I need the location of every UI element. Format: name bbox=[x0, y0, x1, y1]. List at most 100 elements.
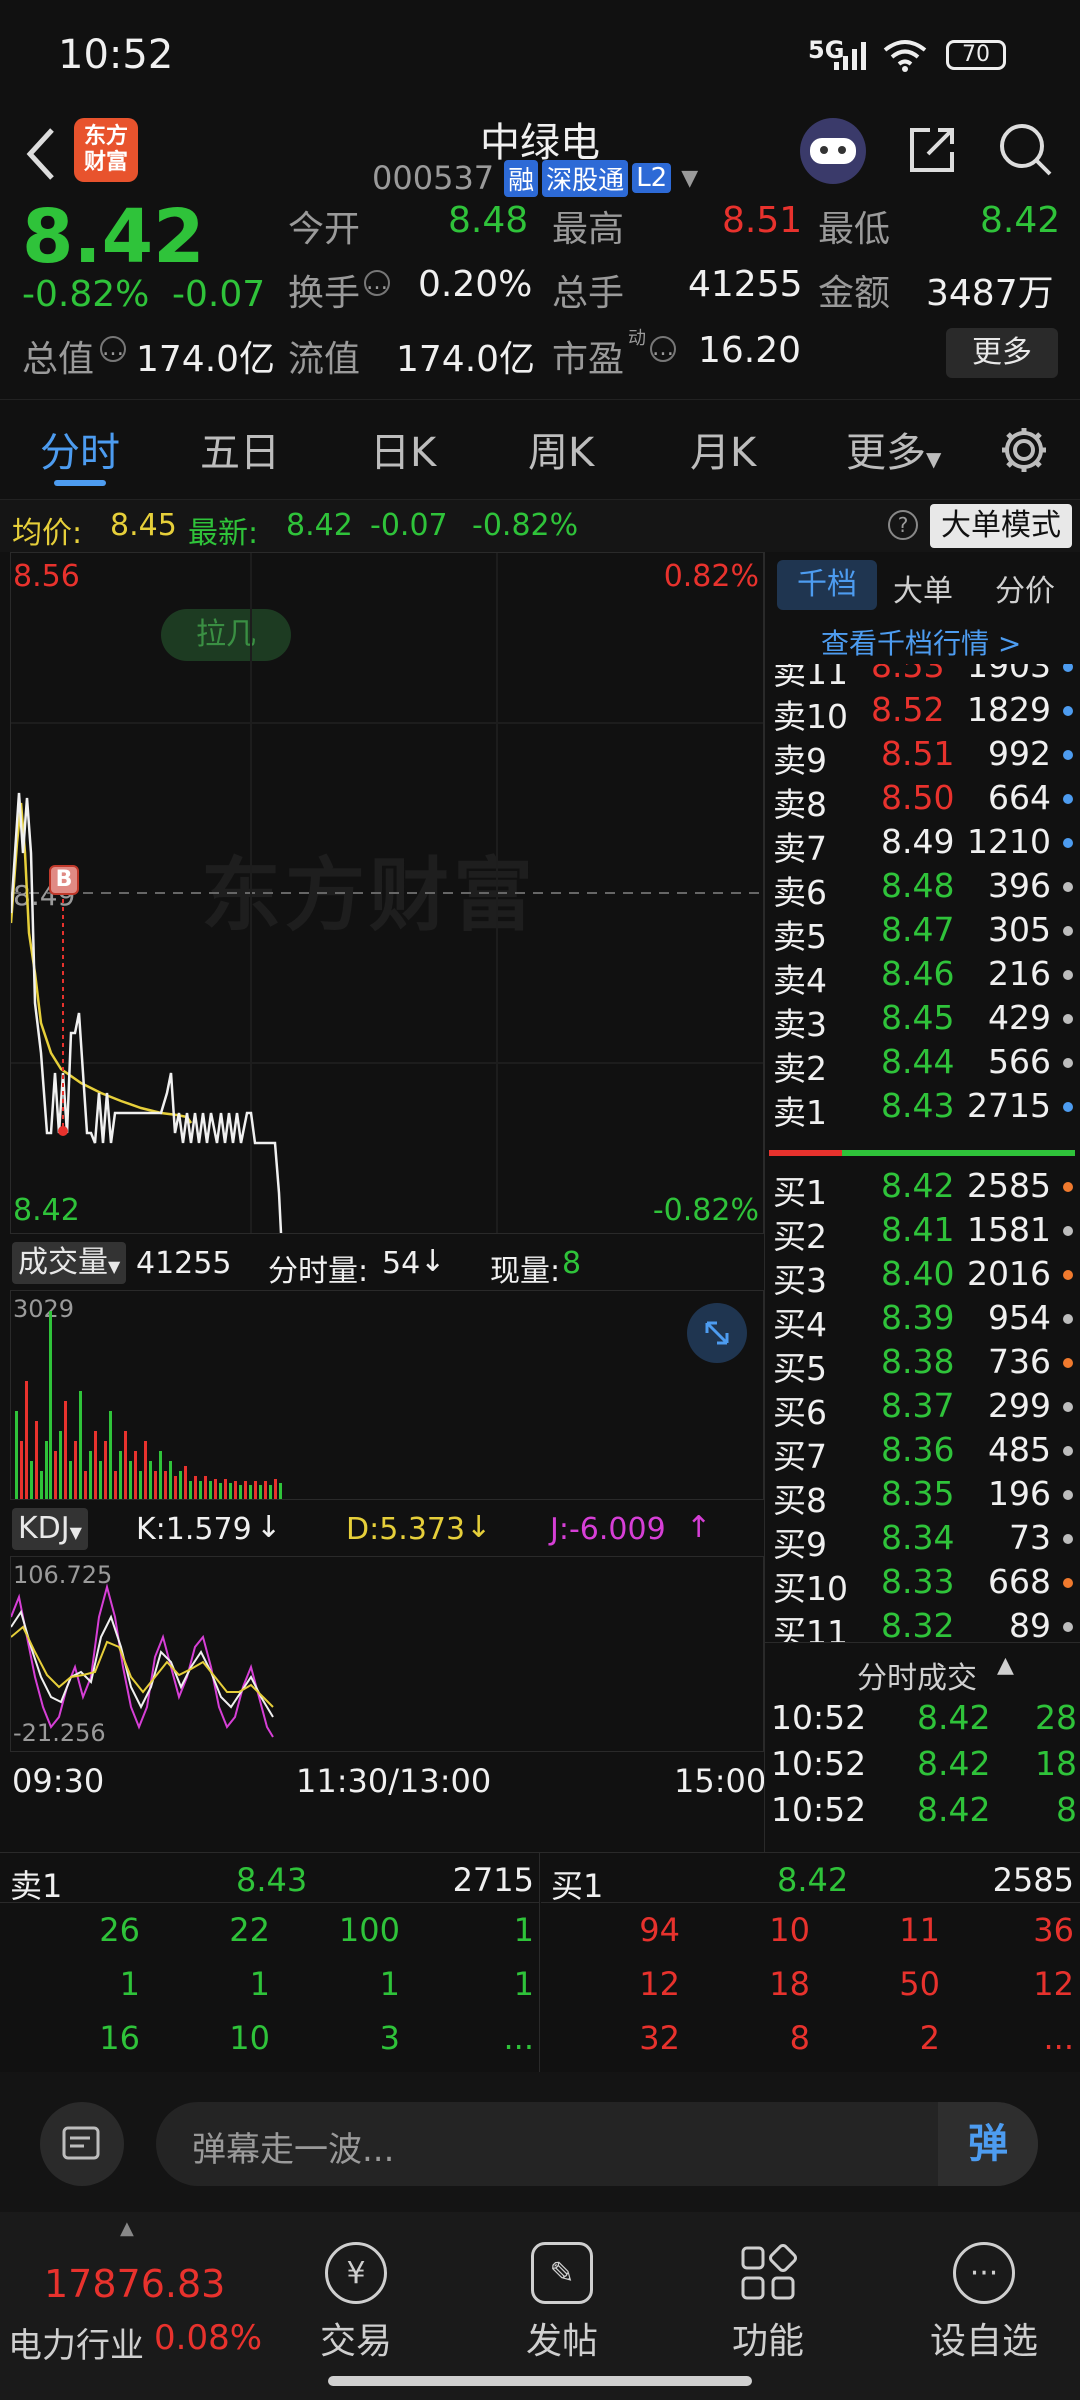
buy-queue-label: 买1 bbox=[551, 1867, 604, 1905]
info-icon[interactable]: … bbox=[364, 270, 390, 296]
queue-cell: 100 bbox=[338, 1911, 400, 1949]
bid-volume: 299 bbox=[988, 1386, 1051, 1425]
more-button[interactable]: 更多 bbox=[946, 328, 1058, 378]
bid-price: 8.41 bbox=[881, 1210, 955, 1249]
volume-label: 成交量 bbox=[18, 1245, 108, 1280]
queue-cell: 22 bbox=[229, 1911, 270, 1949]
volume-bar-group bbox=[15, 1311, 282, 1499]
ask-price: 8.46 bbox=[881, 954, 955, 993]
volume-header: 成交量▼ 41255 分时量: 54 ↓ 现量: 8 bbox=[10, 1236, 764, 1289]
bid-row: 买11 8.32 89 bbox=[765, 1606, 1080, 1642]
tab-daily-k[interactable]: 日K bbox=[370, 420, 436, 478]
change-percent: -0.82% bbox=[22, 274, 150, 315]
more-dots-icon: ··· bbox=[953, 2242, 1015, 2304]
nav-functions[interactable]: 功能 bbox=[708, 2242, 828, 2364]
ask-volume: 216 bbox=[988, 954, 1051, 993]
indicator-selector[interactable]: KDJ▼ bbox=[12, 1508, 88, 1550]
ask-volume: 1829 bbox=[967, 690, 1051, 729]
expand-icon[interactable] bbox=[687, 1303, 747, 1363]
order-dot bbox=[1063, 1058, 1073, 1068]
price-panel[interactable]: 8.56 0.82% 8.42 -0.82% 8.49 拉几 东方财富 B bbox=[10, 552, 764, 1234]
bid-row: 买6 8.37 299 bbox=[765, 1386, 1080, 1432]
ask-row: 卖7 8.49 1210 bbox=[765, 822, 1080, 868]
bid-price: 8.37 bbox=[881, 1386, 955, 1425]
queue-cell: 1 bbox=[379, 1965, 400, 2003]
danmu-input[interactable]: 弹幕走一波... 弹 bbox=[156, 2102, 1038, 2186]
ask-list[interactable]: 卖11 8.53 1903 卖10 8.52 1829 卖9 8.51 992 卖8 8.50… bbox=[765, 664, 1080, 1148]
robot-assistant-icon[interactable] bbox=[800, 118, 866, 184]
caret-down-icon: ▼ bbox=[108, 1257, 121, 1276]
queue-cell: 11 bbox=[899, 1911, 940, 1949]
share-icon[interactable] bbox=[904, 122, 960, 178]
caret-up-icon: ▲ bbox=[997, 1653, 1014, 1678]
book-tab-price-split[interactable]: 分价 bbox=[995, 566, 1055, 610]
caret-down-icon: ▼ bbox=[69, 1523, 82, 1542]
danmu-send-button[interactable]: 弹 bbox=[938, 2102, 1038, 2186]
info-icon[interactable]: … bbox=[100, 336, 126, 362]
bid-price: 8.38 bbox=[881, 1342, 955, 1381]
j-line bbox=[11, 1583, 274, 1738]
queue-cell: 32 bbox=[639, 2019, 680, 2057]
nav-add-watchlist[interactable]: ··· 设自选 bbox=[914, 2242, 1054, 2364]
order-dot bbox=[1063, 1578, 1073, 1588]
ask-volume: 1210 bbox=[967, 822, 1051, 861]
bid-level: 买10 bbox=[773, 1569, 848, 1608]
order-dot bbox=[1063, 838, 1073, 848]
bid-list[interactable]: 买1 8.42 2585 买2 8.41 1581 买3 8.40 2016 买4 8.39 9… bbox=[765, 1162, 1080, 1642]
queue-cell: 1 bbox=[513, 1911, 534, 1949]
nav-trade-label: 交易 bbox=[319, 2321, 392, 2362]
order-dot bbox=[1063, 1314, 1073, 1324]
sell-queue-header: 卖1 8.43 2715 bbox=[0, 1853, 540, 1905]
volume-panel[interactable]: 3029 bbox=[10, 1290, 764, 1500]
nav-watchlist-label: 设自选 bbox=[929, 2321, 1038, 2362]
float-label: 流值 bbox=[288, 339, 361, 380]
large-order-mode-button[interactable]: 大单模式 bbox=[930, 504, 1072, 548]
tab-weekly-k[interactable]: 周K bbox=[528, 420, 594, 478]
nav-post[interactable]: ✎ 发帖 bbox=[502, 2242, 622, 2364]
stock-code-row[interactable]: 000537 融 深股通 L2 ▼ bbox=[372, 158, 698, 198]
index-name: 电力行业 bbox=[8, 2326, 144, 2366]
queue-cell: 16 bbox=[99, 2019, 140, 2057]
ask-level: 卖6 bbox=[773, 873, 827, 912]
book-tab-thousand[interactable]: 千档 bbox=[777, 560, 877, 610]
trade-volume: 8 bbox=[1056, 1790, 1077, 1829]
ask-volume: 566 bbox=[988, 1042, 1051, 1081]
stock-code: 000537 bbox=[372, 159, 495, 197]
trades-header[interactable]: 分时成交 ▲ bbox=[765, 1642, 1080, 1696]
kdj-panel[interactable]: 106.725 -21.256 bbox=[10, 1556, 764, 1752]
ask-volume: 2715 bbox=[967, 1086, 1051, 1125]
industry-index[interactable]: ▲ 17876.83 电力行业 0.08% bbox=[0, 2212, 270, 2400]
volume-label: 总手 bbox=[552, 273, 625, 314]
index-value: 17876.83 bbox=[44, 2262, 226, 2306]
book-split-bar bbox=[769, 1150, 1075, 1156]
active-tab-indicator bbox=[54, 480, 106, 486]
tab-intraday[interactable]: 分时 bbox=[40, 420, 120, 478]
tab-five-day[interactable]: 五日 bbox=[200, 420, 280, 478]
tab-monthly-k[interactable]: 月K bbox=[690, 420, 756, 478]
bid-row: 买3 8.40 2016 bbox=[765, 1254, 1080, 1300]
high-value: 8.51 bbox=[722, 200, 803, 241]
current-price: 8.42 bbox=[22, 194, 205, 280]
ask-row: 卖3 8.45 429 bbox=[765, 998, 1080, 1044]
queue-cell: 1 bbox=[119, 1965, 140, 2003]
ask-row: 卖1 8.43 2715 bbox=[765, 1086, 1080, 1132]
index-change: 0.08% bbox=[154, 2318, 263, 2358]
comment-list-icon[interactable] bbox=[40, 2102, 124, 2186]
gear-icon[interactable] bbox=[998, 424, 1050, 476]
nav-trade[interactable]: ¥ 交易 bbox=[296, 2242, 416, 2364]
minute-volume-label: 分时量: bbox=[268, 1254, 369, 1289]
book-tab-large-orders[interactable]: 大单 bbox=[893, 566, 953, 610]
buy-queue[interactable]: 买1 8.42 2585 94 10 11 36 12 18 50 12 32 8 2... bbox=[541, 1853, 1080, 2073]
help-icon[interactable]: ? bbox=[888, 510, 918, 540]
search-icon[interactable] bbox=[996, 120, 1056, 180]
tab-more[interactable]: 更多▼ bbox=[846, 420, 941, 478]
volume-selector[interactable]: 成交量▼ bbox=[12, 1242, 127, 1284]
arrow-down-icon: ↓ bbox=[256, 1510, 282, 1545]
view-thousand-levels-link[interactable]: 查看千档行情 > bbox=[821, 622, 1021, 662]
bid-level: 买2 bbox=[773, 1217, 827, 1256]
buy-queue-volume: 2585 bbox=[992, 1861, 1074, 1899]
sell-queue[interactable]: 卖1 8.43 2715 26 22 100 1 1 1 1 1 16 10 3... bbox=[0, 1853, 540, 2073]
time-start: 09:30 bbox=[12, 1762, 105, 1800]
buy-marker-b[interactable]: B bbox=[49, 865, 79, 895]
info-icon[interactable]: … bbox=[650, 336, 676, 362]
